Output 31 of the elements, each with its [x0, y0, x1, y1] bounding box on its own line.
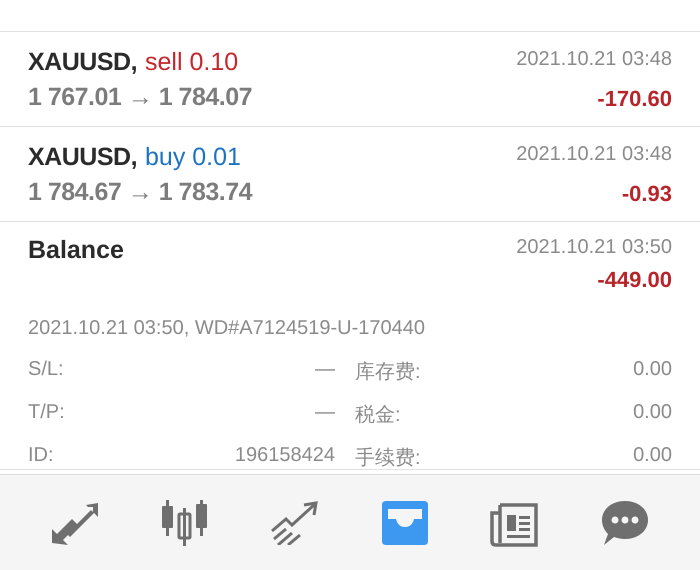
deal-time: 2021.10.21 03:48 — [516, 143, 672, 166]
detail-value: 0.00 — [632, 401, 672, 425]
order-label: buy 0.01 — [145, 143, 241, 172]
balance-time: 2021.10.21 03:50 — [516, 236, 672, 259]
arrows-icon[interactable] — [50, 500, 100, 544]
order-label: sell 0.10 — [145, 48, 238, 77]
symbol-label: XAUUSD, — [28, 143, 138, 172]
detail-label: 库存费: — [355, 360, 422, 385]
inbox-tray-icon[interactable] — [380, 500, 430, 544]
candlestick-icon[interactable] — [160, 500, 210, 546]
detail-value: 196158424 — [234, 444, 335, 468]
chat-bubble-icon[interactable] — [600, 498, 650, 546]
detail-value: 0.00 — [632, 358, 672, 382]
detail-label: 税金: — [355, 403, 402, 428]
price-range: 1 767.01 → 1 784.07 — [28, 83, 252, 112]
deal-time: 2021.10.21 03:48 — [516, 48, 672, 71]
profit-value: -0.93 — [622, 181, 672, 207]
detail-value: — — [314, 358, 335, 382]
balance-comment: 2021.10.21 03:50, WD#A7124519-U-170440 — [28, 317, 426, 340]
detail-label: 手续费: — [355, 446, 422, 471]
detail-value: 0.00 — [632, 444, 672, 468]
trend-lines-icon[interactable] — [270, 500, 320, 544]
symbol-label: XAUUSD, — [28, 48, 138, 77]
price-range: 1 784.67 → 1 783.74 — [28, 178, 252, 207]
detail-label: ID: — [28, 444, 55, 468]
detail-label: S/L: — [28, 358, 65, 382]
profit-value: -170.60 — [597, 86, 672, 112]
balance-amount: -449.00 — [597, 267, 672, 293]
balance-title: Balance — [28, 236, 124, 266]
detail-value: — — [314, 401, 335, 425]
detail-label: T/P: — [28, 401, 66, 425]
